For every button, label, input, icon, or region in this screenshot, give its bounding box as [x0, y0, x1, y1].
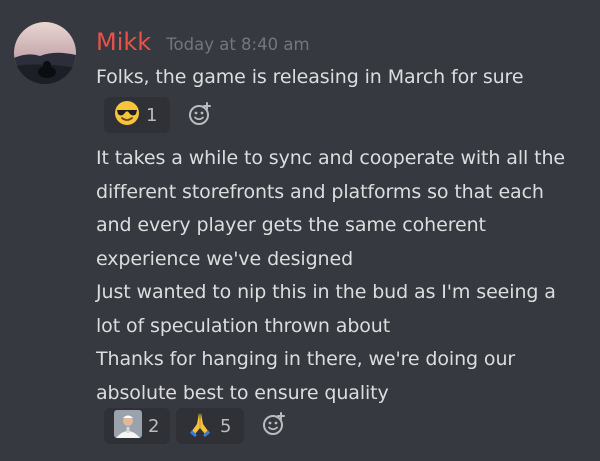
username[interactable]: Mikk: [96, 28, 151, 56]
message-line: experience we've designed: [96, 247, 354, 270]
message-text: It takes a while to sync and cooperate w…: [96, 142, 565, 410]
message-line: and every player gets the same coherent: [96, 214, 486, 236]
message-line: lot of speculation thrown about: [96, 314, 391, 337]
add-reaction-button[interactable]: [186, 100, 214, 128]
add-emoji-icon: [263, 412, 285, 435]
message-line: It takes a while to sync and cooperate w…: [96, 147, 566, 169]
sunglasses-emoji-icon: [114, 100, 140, 130]
add-reaction-button[interactable]: [260, 410, 288, 438]
message-text: Folks, the game is releasing in March fo…: [96, 61, 524, 95]
message-line: Just wanted to nip this in the bud as I'…: [96, 281, 556, 303]
message-line: different storefronts and platforms so t…: [96, 180, 544, 203]
reaction-count: 1: [146, 104, 158, 126]
praying-hands-emoji-icon: [186, 410, 214, 442]
pope-emoji-icon: [114, 410, 142, 442]
reaction-pope[interactable]: 2: [104, 408, 170, 444]
reaction-count: 5: [220, 415, 232, 437]
add-emoji-icon: [189, 102, 211, 125]
message-header: Mikk Today at 8:40 am: [96, 28, 310, 58]
message-line: absolute best to ensure quality: [96, 381, 389, 404]
reaction-sunglasses[interactable]: 1: [104, 97, 170, 133]
message-line: Thanks for hanging in there, we're doing…: [96, 348, 516, 370]
message-line: Folks, the game is releasing in March fo…: [96, 66, 524, 88]
timestamp: Today at 8:40 am: [166, 35, 310, 54]
reaction-count: 2: [148, 415, 160, 437]
reaction-praying-hands[interactable]: 5: [176, 408, 244, 444]
avatar[interactable]: [14, 22, 76, 84]
